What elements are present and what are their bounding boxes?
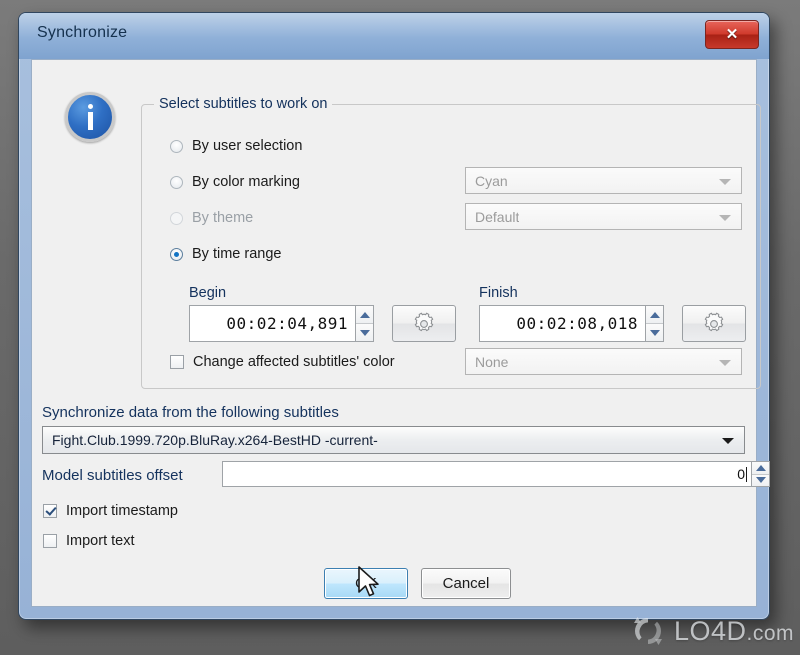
cancel-button[interactable]: Cancel bbox=[421, 568, 511, 599]
offset-spin-down[interactable] bbox=[752, 474, 769, 486]
begin-spin-down[interactable] bbox=[356, 324, 373, 341]
synchronize-dialog: Synchronize ✕ Select subtitles to work o… bbox=[18, 12, 770, 620]
radio-by-theme: By theme bbox=[170, 210, 253, 226]
import-text-label: Import text bbox=[66, 533, 135, 549]
watermark-text: LO4D.com bbox=[673, 615, 794, 646]
source-subtitles-combo[interactable]: Fight.Club.1999.720p.BluRay.x264-BestHD … bbox=[42, 426, 745, 454]
color-marking-combo: Cyan bbox=[465, 167, 742, 194]
watermark-domain: .com bbox=[746, 621, 794, 645]
gear-icon bbox=[414, 312, 434, 331]
radio-indicator bbox=[170, 211, 183, 225]
color-marking-value: Cyan bbox=[475, 172, 508, 189]
close-button[interactable]: ✕ bbox=[705, 20, 759, 49]
offset-value: 0 bbox=[737, 466, 745, 482]
source-label: Synchronize data from the following subt… bbox=[42, 404, 339, 421]
import-timestamp-label: Import timestamp bbox=[66, 503, 178, 519]
import-timestamp-checkbox[interactable] bbox=[43, 504, 57, 518]
change-color-checkbox-row[interactable]: Change affected subtitles' color bbox=[170, 354, 395, 370]
radio-by-time-range[interactable]: By time range bbox=[170, 246, 281, 262]
begin-settings-button[interactable] bbox=[392, 305, 456, 342]
dialog-client-area: Select subtitles to work on By user sele… bbox=[31, 59, 770, 607]
import-text-checkbox[interactable] bbox=[43, 534, 57, 548]
begin-time-spinner[interactable]: 00:02:04,891 bbox=[189, 305, 374, 342]
text-caret bbox=[746, 466, 747, 482]
affected-color-value: None bbox=[475, 353, 509, 370]
chevron-down-icon bbox=[719, 214, 731, 221]
radio-label: By color marking bbox=[192, 174, 300, 190]
finish-settings-button[interactable] bbox=[682, 305, 746, 342]
finish-spin-down[interactable] bbox=[646, 324, 663, 341]
theme-combo: Default bbox=[465, 203, 742, 230]
radio-indicator bbox=[170, 175, 183, 189]
radio-label: By user selection bbox=[192, 138, 303, 154]
begin-spin-buttons[interactable] bbox=[355, 305, 374, 342]
close-icon: ✕ bbox=[725, 26, 739, 43]
finish-time-spinner[interactable]: 00:02:08,018 bbox=[479, 305, 664, 342]
offset-spin-up[interactable] bbox=[752, 462, 769, 475]
finish-spin-buttons[interactable] bbox=[645, 305, 664, 342]
theme-value: Default bbox=[475, 208, 520, 225]
screen: Synchronize ✕ Select subtitles to work o… bbox=[0, 0, 800, 655]
title-bar[interactable]: Synchronize ✕ bbox=[19, 13, 769, 59]
mouse-cursor bbox=[358, 566, 379, 597]
finish-label: Finish bbox=[479, 285, 518, 301]
source-subtitles-value: Fight.Club.1999.720p.BluRay.x264-BestHD … bbox=[52, 432, 378, 448]
radio-by-user-selection[interactable]: By user selection bbox=[170, 138, 302, 154]
chevron-down-icon bbox=[719, 178, 731, 185]
change-color-checkbox[interactable] bbox=[170, 355, 184, 369]
chevron-down-icon bbox=[719, 359, 731, 366]
finish-time-input[interactable]: 00:02:08,018 bbox=[479, 305, 645, 342]
radio-indicator bbox=[170, 247, 183, 261]
groupbox-legend: Select subtitles to work on bbox=[154, 96, 333, 112]
begin-time-input[interactable]: 00:02:04,891 bbox=[189, 305, 355, 342]
begin-spin-up[interactable] bbox=[356, 306, 373, 324]
import-text-row[interactable]: Import text bbox=[43, 533, 135, 549]
radio-indicator bbox=[170, 139, 183, 153]
offset-label: Model subtitles offset bbox=[42, 467, 183, 484]
change-color-label: Change affected subtitles' color bbox=[193, 354, 395, 370]
finish-spin-up[interactable] bbox=[646, 306, 663, 324]
affected-color-combo: None bbox=[465, 348, 742, 375]
window-title: Synchronize bbox=[37, 24, 128, 41]
select-subtitles-groupbox: Select subtitles to work on By user sele… bbox=[141, 96, 761, 389]
offset-input[interactable]: 0 bbox=[222, 461, 751, 487]
radio-label: By time range bbox=[192, 246, 282, 262]
chevron-down-icon bbox=[722, 438, 734, 444]
info-icon bbox=[65, 92, 115, 142]
gear-icon bbox=[704, 312, 724, 331]
begin-label: Begin bbox=[189, 285, 227, 301]
import-timestamp-row[interactable]: Import timestamp bbox=[43, 503, 178, 519]
offset-spin-buttons[interactable] bbox=[751, 461, 770, 487]
radio-label: By theme bbox=[192, 210, 254, 226]
radio-by-color-marking[interactable]: By color marking bbox=[170, 174, 300, 190]
watermark-name: LO4D bbox=[673, 615, 747, 646]
